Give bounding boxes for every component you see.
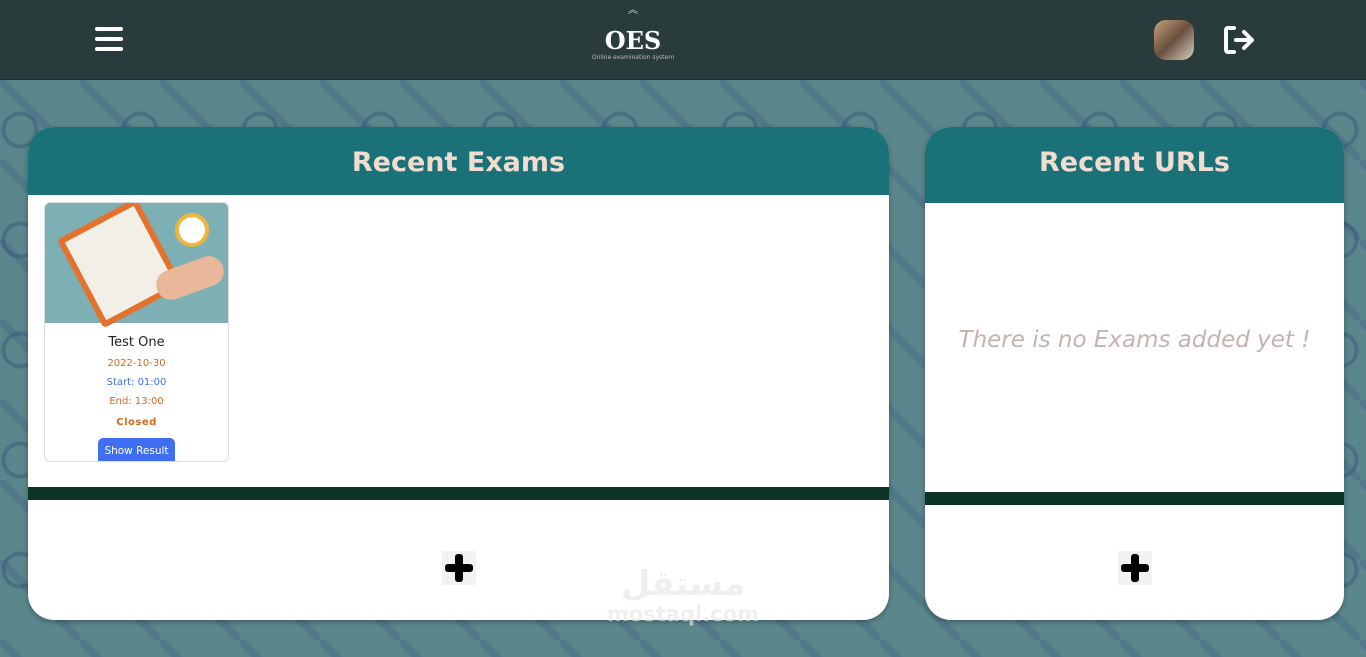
avatar[interactable]: [1154, 20, 1194, 60]
recent-exams-title: Recent Exams: [28, 127, 889, 195]
top-navbar: ︽ OES Online examination system: [0, 0, 1366, 80]
recent-exams-panel: Recent Exams Test One 2022-10-30 Start: …: [28, 127, 889, 620]
watermark: مستقل mostaql.com: [600, 566, 766, 626]
clock-icon: [175, 213, 209, 247]
exam-image: [45, 203, 228, 329]
exam-date: 2022-10-30: [107, 358, 166, 369]
empty-message: There is no Exams added yet !: [958, 327, 1311, 353]
exam-title: Test One: [108, 335, 165, 350]
divider: [925, 492, 1344, 505]
watermark-latin: mostaql.com: [607, 602, 759, 626]
show-result-button[interactable]: Show Result: [98, 438, 175, 461]
logo[interactable]: ︽ OES Online examination system: [583, 6, 683, 68]
logo-subtitle: Online examination system: [591, 54, 675, 61]
add-url-button[interactable]: [1118, 551, 1152, 585]
logout-icon[interactable]: [1222, 24, 1258, 56]
logo-chevron-icon: ︽: [628, 5, 638, 16]
divider: [28, 487, 889, 500]
recent-urls-title: Recent URLs: [925, 127, 1344, 203]
exam-card: Test One 2022-10-30 Start: 01:00 End: 13…: [44, 202, 229, 462]
recent-urls-panel: Recent URLs There is no Exams added yet …: [925, 127, 1344, 620]
exam-end: End: 13:00: [109, 396, 164, 407]
logo-text: OES: [604, 26, 662, 55]
watermark-arabic: مستقل: [620, 564, 746, 604]
hamburger-menu-icon[interactable]: [95, 27, 123, 51]
exam-start: Start: 01:00: [106, 377, 167, 388]
status-badge: Closed: [116, 417, 157, 428]
add-exam-button[interactable]: [442, 551, 476, 585]
